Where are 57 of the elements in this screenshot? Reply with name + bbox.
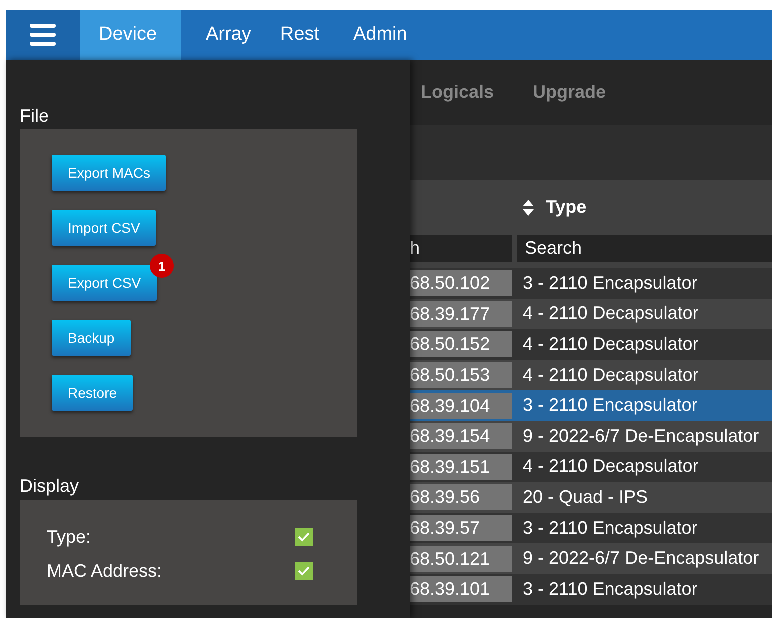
nav-tab[interactable]: Array xyxy=(181,10,276,60)
nav-tab[interactable]: Rest xyxy=(276,10,354,60)
search-field[interactable]: h xyxy=(410,235,512,262)
table-cell-text: 4 - 2110 Decapsulator xyxy=(522,334,700,355)
table-cell-text: 20 - Quad - IPS xyxy=(522,486,650,508)
action-button[interactable]: Backup xyxy=(52,320,131,356)
table-cell-text: 4 - 2110 Decapsulator xyxy=(522,364,700,386)
sort-icon[interactable] xyxy=(523,200,534,216)
nav-tab[interactable]: Device xyxy=(80,10,181,60)
table-cell-text: 4 - 2110 Decapsulator xyxy=(522,456,700,478)
notification-badge: 1 xyxy=(150,254,174,278)
table-cell: 68.39.151 xyxy=(410,454,512,480)
table-cell: 68.50.121 xyxy=(410,546,512,572)
checkbox[interactable] xyxy=(295,528,313,546)
table-row[interactable]: 68.50.152 4 - 2110 Decapsulator xyxy=(410,329,772,360)
table-row[interactable]: 68.39.154 9 - 2022-6/7 De-Encapsulator xyxy=(410,420,772,452)
table-cell: 68.50.153 xyxy=(410,362,512,388)
table-cell-text: 9 - 2022-6/7 De-Encapsulator xyxy=(522,426,760,447)
table-cell: 68.39.154 xyxy=(410,423,512,450)
action-button[interactable]: Restore xyxy=(52,375,134,411)
action-button[interactable]: Import CSV xyxy=(52,210,156,246)
table-cell: 68.39.177 xyxy=(410,300,512,327)
table-cell: 68.39.101 xyxy=(410,576,512,602)
table-row[interactable]: 68.39.104 3 - 2110 Encapsulator xyxy=(410,390,772,421)
table-cell: 68.39.104 xyxy=(410,392,512,419)
checkbox[interactable] xyxy=(295,562,313,580)
table-row[interactable]: 68.50.153 4 - 2110 Decapsulator xyxy=(410,360,772,390)
table-row[interactable]: 68.39.101 3 - 2110 Encapsulator xyxy=(410,574,772,605)
table-cell-text: 3 - 2110 Encapsulator xyxy=(522,272,699,294)
action-button[interactable]: Export CSV xyxy=(52,265,158,301)
table-row[interactable]: 68.50.102 3 - 2110 Encapsulator xyxy=(410,268,772,299)
menu-button[interactable] xyxy=(6,10,80,60)
table-cell-text: 4 - 2110 Decapsulator xyxy=(522,303,700,324)
table-row[interactable]: 68.39.151 4 - 2110 Decapsulator xyxy=(410,452,772,482)
action-button[interactable]: Export MACs xyxy=(52,155,166,191)
table-row[interactable]: 68.50.121 9 - 2022-6/7 De-Encapsulator xyxy=(410,543,772,574)
search-field[interactable]: Search xyxy=(517,235,772,262)
table-row[interactable]: 68.39.177 4 - 2110 Decapsulator xyxy=(410,298,772,330)
tab[interactable]: Logicals xyxy=(421,82,494,103)
table-cell: 68.50.102 xyxy=(410,270,512,296)
column-header[interactable]: Type xyxy=(546,197,587,218)
tab[interactable]: Upgrade xyxy=(533,82,606,103)
table-cell: 68.50.152 xyxy=(410,331,512,358)
table-row[interactable]: 68.39.56 20 - Quad - IPS xyxy=(410,482,772,513)
section-title: Display xyxy=(20,475,80,498)
nav-tab[interactable]: Admin xyxy=(353,10,426,60)
table-cell-text: 3 - 2110 Encapsulator xyxy=(522,578,699,600)
table-cell-text: 3 - 2110 Encapsulator xyxy=(522,518,699,539)
table-cell-text: 3 - 2110 Encapsulator xyxy=(522,395,699,416)
option-label: Type: xyxy=(47,526,92,548)
table-row[interactable]: 68.39.57 3 - 2110 Encapsulator xyxy=(410,512,772,544)
menu-icon xyxy=(30,24,56,46)
table-cell: 68.39.57 xyxy=(410,515,512,542)
section-title: File xyxy=(20,105,50,128)
option-label: MAC Address: xyxy=(47,560,162,582)
table-cell-text: 9 - 2022-6/7 De-Encapsulator xyxy=(522,548,760,570)
table-cell: 68.39.56 xyxy=(410,484,512,510)
